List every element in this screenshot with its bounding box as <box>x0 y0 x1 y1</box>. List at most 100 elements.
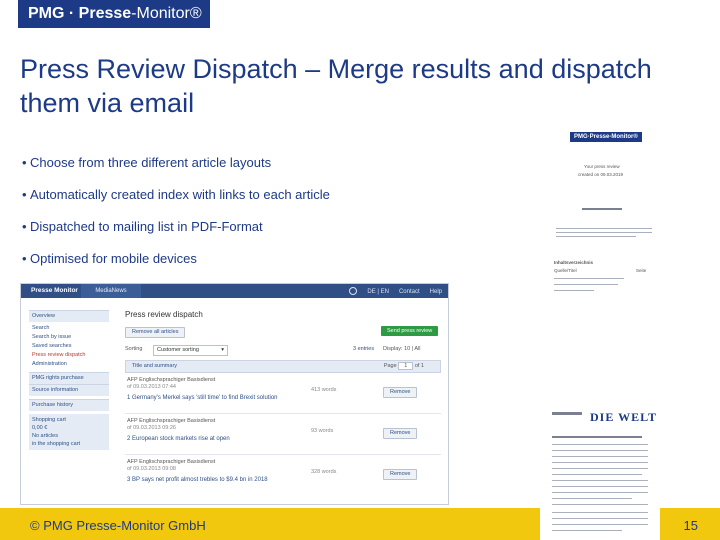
app-main: Press review dispatch Remove all article… <box>125 310 441 495</box>
article-source: AFP Englischsprachiger Basisdienst <box>127 459 216 465</box>
logo-text-thin: -Monitor® <box>131 5 202 22</box>
feature-text: Automatically created index with links t… <box>30 187 330 202</box>
logo-text-bold: PMG · Presse <box>28 5 132 22</box>
index-col-title: Quelle/Titel <box>554 268 577 273</box>
app-screenshot: Presse Monitor MediaNews DE | EN Contact H… <box>20 283 449 505</box>
nav-right: DE | EN Contact Help <box>339 287 442 295</box>
slide-title: Press Review Dispatch – Merge results an… <box>20 54 652 118</box>
article-text-line <box>552 492 648 493</box>
page-total: of 1 <box>414 363 424 369</box>
cover-line <box>556 232 652 233</box>
article-row: AFP Englischsprachiger Basisdienst of 09… <box>125 455 441 495</box>
cover-line <box>556 228 652 229</box>
feature-text: Optimised for mobile devices <box>30 251 197 266</box>
app-navbar: Presse Monitor MediaNews DE | EN Contact H… <box>21 284 448 298</box>
pmg-logo: PMG · Presse-Monitor® <box>18 0 210 28</box>
article-date: of 09.03.2013 07:44 <box>127 384 176 390</box>
page-input[interactable]: 1 <box>398 362 414 370</box>
welt-masthead: DIE WELT <box>590 410 658 424</box>
sidebar-item-administration[interactable]: Administration <box>29 360 109 369</box>
language-switch[interactable]: DE | EN <box>367 289 389 295</box>
cart-title: Shopping cart <box>32 417 66 423</box>
article-text-line <box>552 456 648 457</box>
copyright-text: © PMG Presse-Monitor GmbH <box>30 518 206 533</box>
action-row: Remove all articles Send press review <box>125 325 441 339</box>
cart-total: 0,00 € <box>32 425 48 431</box>
article-text-line <box>552 512 648 513</box>
cover-heading: Your press review <box>584 164 620 169</box>
article-headline-line <box>552 436 642 438</box>
gear-icon[interactable] <box>349 287 358 295</box>
article-headline[interactable]: 1 Germany's Merkel says 'still time' to … <box>127 395 278 401</box>
sidebar-item-purchase-history[interactable]: Purchase history <box>29 399 109 411</box>
feature-text: Choose from three different article layo… <box>30 155 272 170</box>
pdf-index-thumbnail: Inhaltsverzeichnis Quelle/Titel Seite <box>540 258 660 298</box>
article-text-line <box>552 444 648 445</box>
article-headline[interactable]: 2 European stock markets rise at open <box>127 436 230 442</box>
article-text-line <box>552 530 622 531</box>
sort-value: Customer sorting <box>157 347 199 353</box>
sort-select[interactable]: Customer sorting ▾ <box>153 345 228 356</box>
help-link[interactable]: Help <box>430 289 442 295</box>
index-line <box>554 284 618 285</box>
cover-line <box>582 208 622 210</box>
sidebar-item-search-by-issue[interactable]: Search by issue <box>29 333 109 342</box>
pdf-cover-thumbnail: PMG·Presse-Monitor® Your press review cr… <box>548 130 658 270</box>
tab-medianews[interactable]: MediaNews <box>81 284 141 298</box>
sidebar-item-overview[interactable]: Overview <box>29 310 109 322</box>
contact-link[interactable]: Contact <box>399 289 420 295</box>
article-text-line <box>552 462 648 463</box>
sidebar-item-search[interactable]: Search <box>29 324 109 333</box>
article-headline[interactable]: 3 BP says net profit almost trebles to $… <box>127 477 268 483</box>
article-text-line <box>552 450 648 451</box>
pdf-article-thumbnail-bottom <box>540 508 660 540</box>
page-label: Page <box>383 363 397 369</box>
article-text-line <box>552 486 648 487</box>
app-brand[interactable]: Presse Monitor <box>31 287 78 294</box>
result-count: 3 entries <box>353 346 375 352</box>
cover-date: created on 09.03.2019 <box>578 172 624 177</box>
send-press-review-button[interactable]: Send press review <box>381 326 439 336</box>
sidebar-item-source-information[interactable]: Source information <box>29 384 109 396</box>
feature-item: • Optimised for mobile devices <box>22 251 197 266</box>
article-source: AFP Englischsprachiger Basisdienst <box>127 377 216 383</box>
article-text-line <box>552 474 642 475</box>
feature-text: Dispatched to mailing list in PDF-Format <box>30 219 263 234</box>
feature-list: • Choose from three different article lay… <box>22 152 542 280</box>
remove-article-button[interactable]: Remove <box>383 387 418 398</box>
article-date: of 09.03.2013 09:08 <box>127 466 176 472</box>
layout-bar: Title and summary Page 1 of 1 <box>125 360 441 373</box>
sort-row: Sorting Customer sorting ▾ 3 entries Disp… <box>125 343 441 357</box>
article-date: of 09.03.2013 09:26 <box>127 425 176 431</box>
sort-label: Sorting <box>125 346 143 352</box>
article-word-count: 328 words <box>311 469 337 475</box>
cart-status: No articles <box>32 433 58 439</box>
shopping-cart[interactable]: Shopping cart 0,00 € No articles in the … <box>29 414 109 450</box>
cover-line <box>556 236 636 237</box>
article-text-line <box>552 468 648 469</box>
chevron-down-icon: ▾ <box>221 347 224 353</box>
sidebar-item-rights-purchase[interactable]: PMG rights purchase <box>29 372 109 384</box>
sidebar-item-saved-searches[interactable]: Saved searches <box>29 342 109 351</box>
feature-item: • Automatically created index with links … <box>22 187 330 202</box>
article-logo-line <box>552 412 582 415</box>
index-line <box>554 290 594 291</box>
feature-item: • Dispatched to mailing list in PDF-Forma… <box>22 219 263 234</box>
article-word-count: 413 words <box>311 387 337 393</box>
index-col-page: Seite <box>636 268 647 273</box>
display-switch[interactable]: Display: 10 | All <box>383 345 421 354</box>
app-sidebar: Overview Search Search by issue Saved se… <box>29 310 109 450</box>
remove-article-button[interactable]: Remove <box>383 428 418 439</box>
pagination: Page 1 of 1 <box>384 361 424 372</box>
remove-all-button[interactable]: Remove all articles <box>125 327 186 338</box>
article-text-line <box>552 524 648 525</box>
layout-select[interactable]: Title and summary <box>132 363 177 369</box>
page-heading: Press review dispatch <box>125 310 203 319</box>
index-heading: Inhaltsverzeichnis <box>554 260 594 265</box>
sidebar-item-press-review-dispatch[interactable]: Press review dispatch <box>29 351 109 360</box>
feature-item: • Choose from three different article lay… <box>22 155 272 170</box>
remove-article-button[interactable]: Remove <box>383 469 418 480</box>
article-text-line <box>552 518 648 519</box>
article-source: AFP Englischsprachiger Basisdienst <box>127 418 216 424</box>
index-line <box>554 278 624 279</box>
